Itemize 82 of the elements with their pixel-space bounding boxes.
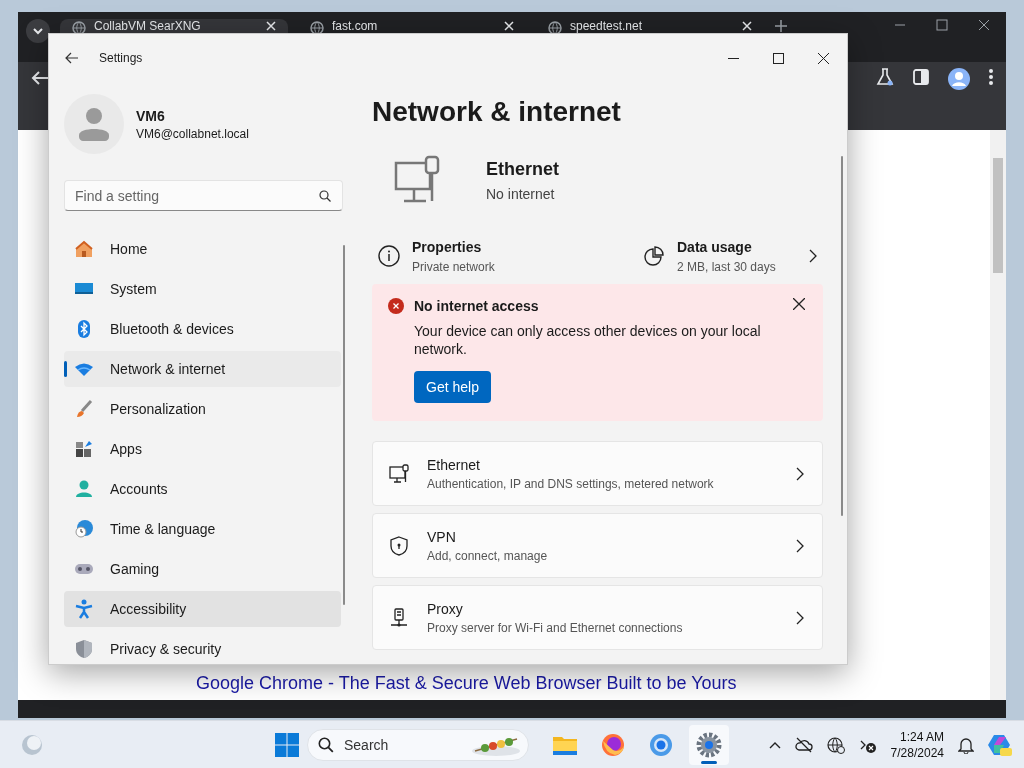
profile-avatar-icon[interactable] xyxy=(948,68,970,90)
monitor-plug-icon xyxy=(389,463,409,484)
settings-search-field[interactable]: Find a setting xyxy=(64,180,343,211)
browser-tab[interactable]: fast.com xyxy=(298,19,526,33)
nav-item[interactable]: Accounts xyxy=(64,471,341,507)
close-icon[interactable] xyxy=(818,52,829,64)
alert-title: No internet access xyxy=(414,298,540,314)
card-title: Proxy xyxy=(427,600,464,617)
nav-item[interactable]: Apps xyxy=(64,431,341,467)
nav-item[interactable]: Gaming xyxy=(64,551,341,587)
paintbrush-icon xyxy=(74,399,94,419)
connection-name: Ethernet xyxy=(486,158,559,180)
card-description: Proxy server for Wi-Fi and Ethernet connections xyxy=(427,620,684,635)
close-icon[interactable] xyxy=(793,298,805,310)
alert-message: Your device can only access other devices on your local network. xyxy=(414,322,762,358)
chevron-up-icon[interactable] xyxy=(768,740,781,749)
properties-link[interactable]: Properties Private network xyxy=(378,238,495,274)
apps-icon xyxy=(74,439,94,459)
menu-icon[interactable] xyxy=(988,68,994,86)
shield-icon xyxy=(74,639,94,659)
card-description: Add, connect, manage xyxy=(427,548,549,563)
window-title: Settings xyxy=(99,51,143,65)
bell-icon[interactable] xyxy=(958,735,974,754)
connection-status: No internet xyxy=(486,185,556,202)
pie-chart-icon xyxy=(643,245,665,267)
taskbar-app[interactable] xyxy=(689,724,729,765)
nav-item[interactable]: Personalization xyxy=(64,391,341,427)
nav-item[interactable]: Home xyxy=(64,231,341,267)
globe-clock-icon xyxy=(74,519,94,539)
avatar-silhouette-icon xyxy=(79,107,109,141)
page-heading: Network & internet xyxy=(372,95,622,129)
chevron-right-icon xyxy=(796,610,804,625)
settings-card[interactable]: Ethernet Authentication, IP and DNS settings, metered network xyxy=(372,441,823,506)
user-email: VM6@collabnet.local xyxy=(136,126,249,141)
globe-icon xyxy=(72,21,86,35)
error-icon xyxy=(388,298,404,314)
user-name: VM6 xyxy=(136,107,166,124)
scrollbar[interactable] xyxy=(990,130,1006,700)
browser-tab[interactable]: speedtest.net xyxy=(536,19,764,33)
shield-icon xyxy=(389,535,409,556)
clock[interactable]: 1:24 AM 7/28/2024 xyxy=(890,728,944,761)
search-icon xyxy=(319,190,331,202)
close-icon[interactable] xyxy=(978,19,990,31)
tab-search-button[interactable] xyxy=(26,19,50,43)
monitor-plug-icon xyxy=(394,155,442,205)
chevron-right-icon xyxy=(809,249,817,263)
accessibility-figure-icon xyxy=(74,599,94,619)
maximize-icon[interactable] xyxy=(773,52,784,64)
person-icon xyxy=(74,479,94,499)
search-icon xyxy=(318,736,334,753)
get-help-button[interactable]: Get help xyxy=(414,371,491,403)
chevron-right-icon xyxy=(796,466,804,481)
nav-item[interactable]: Time & language xyxy=(64,511,341,547)
nav-item[interactable]: System xyxy=(64,271,341,307)
globe-icon xyxy=(310,21,324,35)
data-usage-link[interactable]: Data usage 2 MB, last 30 days xyxy=(643,238,827,274)
nav-item[interactable]: Privacy & security xyxy=(64,631,341,664)
browser-tab[interactable]: CollabVM SearXNG xyxy=(60,19,288,33)
globe-icon[interactable] xyxy=(826,735,845,754)
result-link[interactable]: Google Chrome - The Fast & Secure Web Browser Built to be Yours xyxy=(196,673,990,694)
globe-icon xyxy=(548,21,562,35)
gear-icon xyxy=(695,730,723,759)
cloud-off-icon[interactable] xyxy=(794,736,813,753)
side-panel-icon[interactable] xyxy=(912,68,930,86)
nav-item[interactable]: Accessibility xyxy=(64,591,341,627)
flask-icon[interactable] xyxy=(876,68,894,86)
taskbar-search-field[interactable]: Search xyxy=(307,728,529,761)
house-icon xyxy=(74,239,94,259)
card-description: Authentication, IP and DNS settings, metered network xyxy=(427,476,715,491)
chevron-right-icon xyxy=(796,538,804,553)
copilot-icon[interactable] xyxy=(988,732,1012,757)
back-arrow-icon[interactable] xyxy=(65,52,79,64)
settings-card[interactable]: Proxy Proxy server for Wi-Fi and Ethernet connections xyxy=(372,585,823,650)
info-icon xyxy=(378,245,400,267)
nav-item[interactable]: Bluetooth & devices xyxy=(64,311,341,347)
start-icon[interactable] xyxy=(275,732,299,757)
plus-icon[interactable] xyxy=(774,19,788,33)
card-title: VPN xyxy=(427,528,457,545)
server-icon xyxy=(389,607,409,628)
nav-item[interactable]: Network & internet xyxy=(64,351,341,387)
card-title: Ethernet xyxy=(427,456,481,473)
settings-card[interactable]: VPN Add, connect, manage xyxy=(372,513,823,578)
